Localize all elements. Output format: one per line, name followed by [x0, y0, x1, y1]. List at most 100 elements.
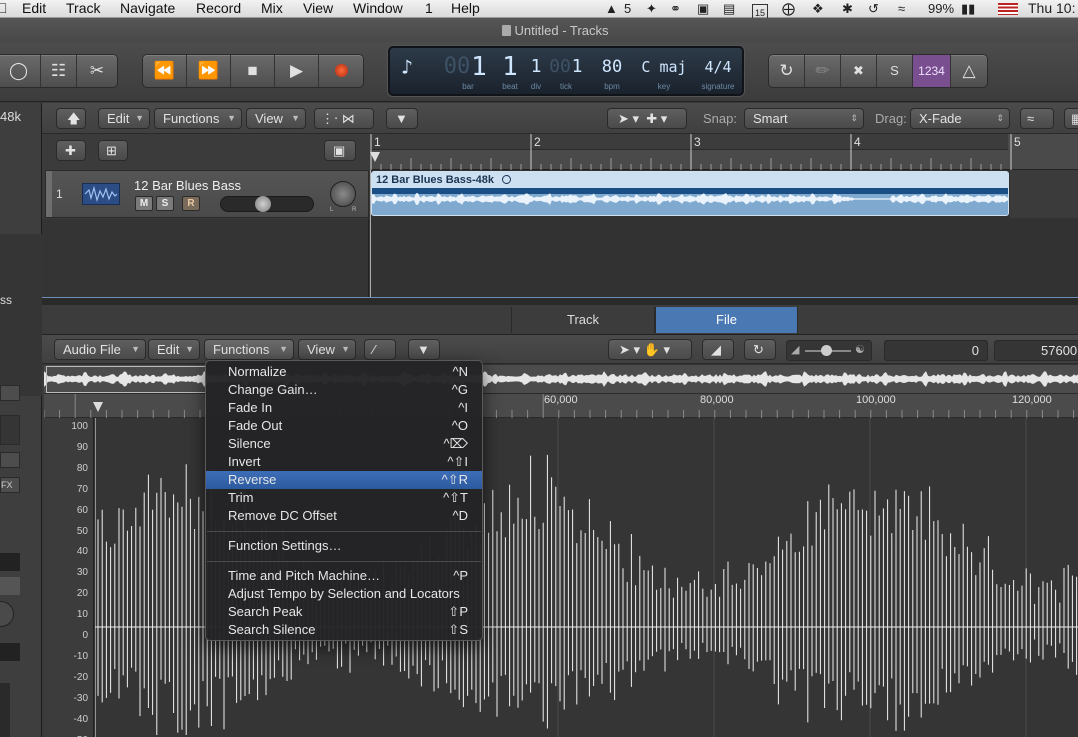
menu-view[interactable]: View [303, 0, 333, 17]
editors-button[interactable]: ✂ [77, 55, 117, 87]
record-enable-button[interactable]: R [182, 196, 200, 211]
zoom-button[interactable]: ▦ [1064, 108, 1078, 129]
inspector-slot[interactable] [0, 452, 20, 468]
up-button[interactable]: 🡅 [56, 108, 86, 129]
menu-item-change-gain[interactable]: Change Gain… ^G [206, 381, 482, 399]
inspector-slot[interactable] [0, 553, 20, 571]
drag-select[interactable]: X-Fade ⇕ [910, 108, 1010, 129]
add-folder-button[interactable]: ⊞ [98, 140, 128, 161]
tracks-edit-menu[interactable]: Edit ▼ [98, 108, 150, 129]
tab-file[interactable]: File [655, 307, 798, 333]
snap-select[interactable]: Smart ⇕ [744, 108, 864, 129]
position-start[interactable]: 0 [884, 340, 988, 361]
volume-thumb[interactable] [821, 345, 832, 356]
mute-button[interactable]: M [135, 196, 153, 211]
inspector-slot[interactable] [0, 643, 20, 661]
editor-view-menu[interactable]: View ▼ [298, 339, 356, 360]
rewind-button[interactable]: ⏪ [143, 55, 187, 87]
fx-slot[interactable]: FX [0, 477, 20, 493]
solo-button[interactable]: S [156, 196, 174, 211]
time-machine-icon[interactable]: ↺ [868, 1, 879, 17]
menu-navigate[interactable]: Navigate [120, 0, 175, 17]
adobe-icon[interactable]: ▲ [605, 1, 618, 17]
play-button[interactable]: ▶ [275, 55, 319, 87]
inspector-knob[interactable] [0, 601, 14, 627]
audio-file-menu[interactable]: Audio File ▼ [54, 339, 146, 360]
finder-icon[interactable]: ▣ [697, 1, 709, 17]
tuner-icon[interactable]: ♪ [392, 54, 422, 80]
audio-region[interactable]: 12 Bar Blues Bass-48k [371, 171, 1009, 216]
track-name[interactable]: 12 Bar Blues Bass [134, 178, 241, 193]
menu-item-time-pitch-machine[interactable]: Time and Pitch Machine… ^P [206, 567, 482, 585]
forward-button[interactable]: ⏩ [187, 55, 231, 87]
apple-icon[interactable]:  [0, 0, 8, 17]
track-header[interactable]: 1 12 Bar Blues Bass M S R L R [45, 170, 369, 218]
wifi-icon[interactable]: ≈ [898, 1, 905, 17]
speaker-button[interactable]: ◢ [702, 339, 734, 360]
replace-button[interactable]: ✖ [841, 55, 877, 87]
menu-item-reverse[interactable]: Reverse ^⇧R [206, 471, 482, 489]
display-icon[interactable]: ▤ [723, 1, 735, 17]
menu-mix[interactable]: Mix [261, 0, 283, 17]
sample-ruler[interactable]: 60,000 80,000 100,000 120,000 [44, 394, 1078, 418]
flag-icon[interactable] [998, 3, 1018, 15]
menu-item-adjust-tempo[interactable]: Adjust Tempo by Selection and Locators [206, 585, 482, 603]
creative-cloud-icon[interactable]: ⚭ [670, 1, 681, 17]
battery-icon[interactable]: ▮▮ [961, 1, 975, 17]
clock[interactable]: Thu 10: [1028, 0, 1075, 16]
volume-slider-thumb[interactable] [255, 196, 271, 212]
editor-volume-slider[interactable]: ◢ ☯ [786, 340, 872, 361]
editor-splitter[interactable] [42, 297, 1078, 305]
lcd-signature[interactable]: 4/4 [698, 54, 738, 80]
menu-item-search-peak[interactable]: Search Peak ⇧P [206, 603, 482, 621]
mixer-button[interactable]: ☷ [41, 55, 77, 87]
count-in-button[interactable]: 1234 [913, 55, 951, 87]
inspector-slot[interactable] [0, 577, 20, 595]
evernote-icon[interactable]: ✦ [646, 1, 657, 17]
menu-item-fade-in[interactable]: Fade In ^I [206, 399, 482, 417]
menu-help[interactable]: Help [451, 0, 480, 17]
waveform-overview[interactable] [44, 364, 1078, 394]
tracks-functions-menu[interactable]: Functions ▼ [154, 108, 242, 129]
tuner-button[interactable]: ✏ [805, 55, 841, 87]
dropbox-icon[interactable]: ❖ [812, 1, 824, 17]
menu-track[interactable]: Track [66, 0, 100, 17]
editor-catch-button[interactable]: ▼ [408, 339, 440, 360]
editor-playhead-marker[interactable] [93, 402, 103, 412]
menu-item-trim[interactable]: Trim ^⇧T [206, 489, 482, 507]
catch-button[interactable]: ▼ [386, 108, 418, 129]
overview-visible-range[interactable] [46, 366, 206, 393]
pan-knob[interactable] [330, 181, 356, 207]
menu-item-fade-out[interactable]: Fade Out ^O [206, 417, 482, 435]
tracks-view-menu[interactable]: View ▼ [246, 108, 306, 129]
bar-ruler[interactable]: 1 2 3 4 5 [370, 134, 1078, 170]
tools-menu[interactable]: ➤ ▾ ✚ ▾ [607, 108, 687, 129]
lcd-bpm[interactable]: 80 [594, 54, 630, 80]
menu-edit[interactable]: Edit [22, 0, 46, 17]
add-track-button[interactable]: ✚ [56, 140, 86, 161]
editor-cycle-button[interactable]: ↻ [744, 339, 776, 360]
automation-buttons[interactable]: ⋮⋅ ⋈ [314, 108, 374, 129]
bluetooth-icon[interactable]: ✱ [842, 1, 853, 17]
tab-track[interactable]: Track [511, 307, 655, 333]
global-tracks-button[interactable]: ▣ [324, 140, 356, 161]
vertical-zoom-button[interactable]: ⁄ [364, 339, 396, 360]
lcd-display[interactable]: ♪ 00 1 1 1 00 1 80 C maj 4/4 bar beat di… [388, 46, 744, 96]
library-button[interactable]: ◯ [0, 55, 41, 87]
menu-item-normalize[interactable]: Normalize ^N [206, 363, 482, 381]
menu-item-remove-dc-offset[interactable]: Remove DC Offset ^D [206, 507, 482, 525]
position-end[interactable]: 57600 [994, 340, 1078, 361]
sync-icon[interactable]: ⨁ [782, 1, 795, 17]
editor-tools-menu[interactable]: ➤ ▾ ✋ ▾ [608, 339, 692, 360]
playhead-marker[interactable] [370, 152, 380, 162]
volume-slider[interactable] [220, 196, 314, 212]
menu-item-search-silence[interactable]: Search Silence ⇧S [206, 621, 482, 639]
editor-functions-menu[interactable]: Functions ▼ [204, 339, 294, 360]
stop-button[interactable]: ■ [231, 55, 275, 87]
sample-waveform-view[interactable]: 1009080706050403020100-10-20-30-40-50 [44, 418, 1078, 737]
menu-window[interactable]: Window [353, 0, 403, 17]
menu-item-silence[interactable]: Silence ^⌦ [206, 435, 482, 453]
menu-1[interactable]: 1 [425, 0, 433, 17]
menu-item-function-settings[interactable]: Function Settings… [206, 537, 482, 555]
menu-record[interactable]: Record [196, 0, 241, 17]
